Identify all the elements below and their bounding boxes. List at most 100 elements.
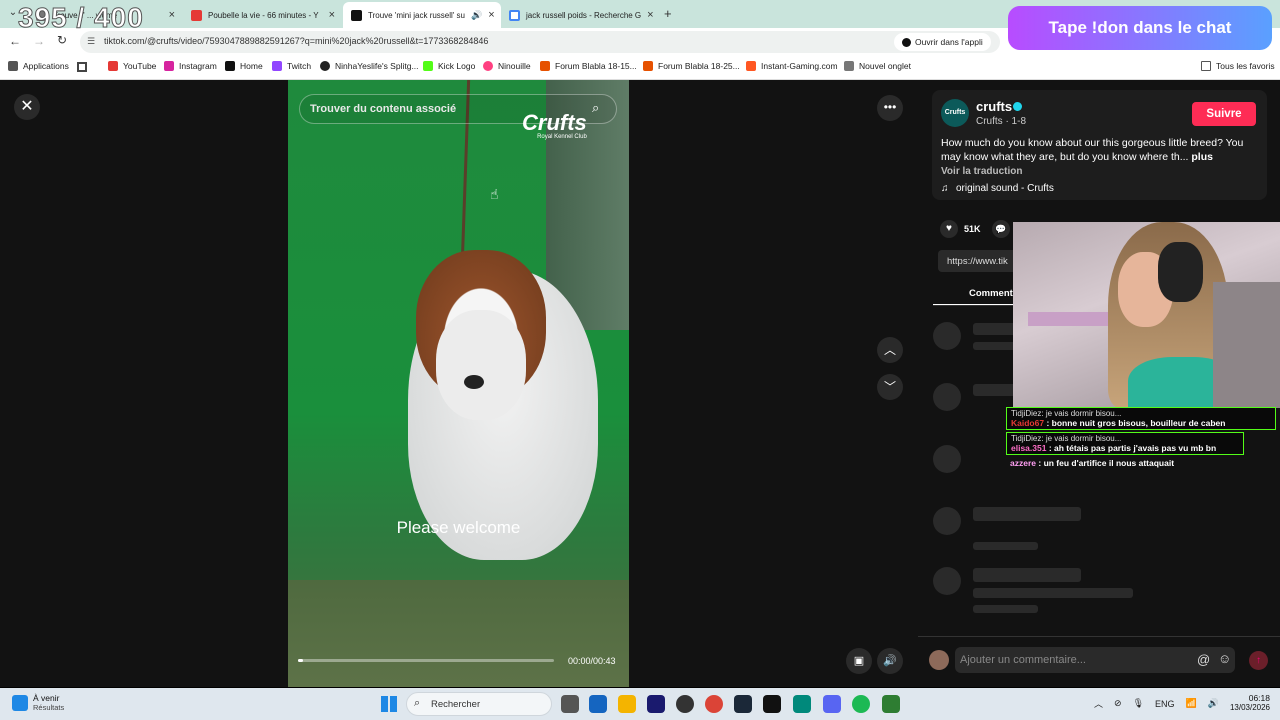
bookmark-new-tab[interactable]: Nouvel onglet: [844, 61, 911, 71]
back-icon[interactable]: ←: [9, 34, 21, 48]
bookmark-forum-1[interactable]: Forum Blabla 18-15...: [540, 61, 637, 71]
chat-reply-context: TidjiDiez: je vais dormir bisou...: [1011, 409, 1122, 418]
network-off-icon[interactable]: ⊘: [1114, 698, 1122, 709]
bookmark-kick[interactable]: Kick Logo: [423, 61, 475, 71]
bookmark-label: Instagram: [179, 61, 217, 71]
close-button[interactable]: ✕: [14, 94, 40, 120]
taskbar-search[interactable]: ⌕ Rechercher: [406, 692, 552, 716]
windows-start-icon[interactable]: [381, 696, 397, 712]
user-avatar: [929, 650, 949, 670]
tab-2[interactable]: Poubelle la vie - 66 minutes - Y ×: [183, 4, 343, 26]
comment-input[interactable]: Ajouter un commentaire... @ ☺: [955, 647, 1235, 673]
stream-chat-overlay: TidjiDiez: je vais dormir bisou... Kaido…: [1006, 407, 1276, 469]
youtube-icon: [108, 61, 118, 71]
chat-message: azzere : un feu d'artifice il nous attaq…: [1010, 458, 1175, 468]
youtube-icon: [191, 9, 202, 21]
bookmark-ninouille[interactable]: Ninouille: [483, 61, 531, 71]
post-comment-icon[interactable]: ↑: [1249, 651, 1268, 670]
video-description: How much do you know about our this gorg…: [941, 136, 1257, 164]
wifi-icon[interactable]: 📶: [1186, 698, 1197, 709]
picture-in-picture-icon[interactable]: ▣: [846, 648, 872, 674]
bookmark-youtube[interactable]: YouTube: [108, 61, 156, 71]
chevron-up-icon[interactable]: ︿: [1094, 697, 1103, 710]
bookmark-instant-gaming[interactable]: Instant-Gaming.com: [746, 61, 838, 71]
news-icon: [12, 694, 28, 711]
instagram-icon: [164, 61, 174, 71]
url-bar[interactable]: ☰ tiktok.com/@crufts/video/7593047889882…: [80, 31, 1000, 53]
widgets-icon[interactable]: [589, 695, 607, 713]
brand-name: Crufts: [522, 110, 587, 135]
spotify-icon[interactable]: [852, 695, 870, 713]
app-icon[interactable]: [793, 695, 811, 713]
open-app-label: Ouvrir dans l'appli: [915, 37, 983, 47]
chat-message: TidjiDiez: je vais dormir bisou... Kaido…: [1006, 407, 1276, 430]
forum-icon: [643, 61, 653, 71]
video-player[interactable]: Trouver du contenu associé ⌕ Crufts Roya…: [288, 80, 629, 687]
translate-link[interactable]: Voir la traduction: [941, 166, 1023, 177]
link-icon: [320, 61, 330, 71]
site-info-icon[interactable]: ☰: [87, 36, 95, 47]
close-tab-icon[interactable]: ×: [329, 9, 335, 21]
weather-widget[interactable]: À venir Résultats: [12, 693, 64, 712]
like-button[interactable]: ♥ 51K: [940, 220, 981, 238]
bookmark-twitch[interactable]: Twitch: [272, 61, 311, 71]
new-tab-button[interactable]: +: [664, 6, 672, 21]
tab-4[interactable]: jack russell poids - Recherche G ×: [501, 4, 659, 26]
bookmark-splitgate[interactable]: NinhaYeslife's Splitg...: [320, 61, 419, 71]
search-input[interactable]: Trouver du contenu associé: [310, 103, 456, 115]
next-video-button[interactable]: ﹀: [877, 374, 903, 400]
forward-icon[interactable]: →: [33, 34, 45, 48]
mention-icon[interactable]: @: [1197, 652, 1210, 667]
more-link[interactable]: plus: [1191, 151, 1213, 163]
volume-icon[interactable]: 🔊: [1208, 698, 1219, 709]
speaker-icon[interactable]: 🔊: [471, 10, 482, 21]
tiktok-icon: [902, 37, 911, 47]
discord-icon[interactable]: [823, 695, 841, 713]
previous-video-button[interactable]: ︿: [877, 337, 903, 363]
reload-icon[interactable]: ↻: [57, 33, 67, 47]
bookmark-label: Applications: [23, 61, 69, 71]
volume-icon[interactable]: 🔊: [877, 648, 903, 674]
grid-icon[interactable]: [77, 62, 87, 72]
apps-grid-icon: [8, 61, 18, 71]
task-view-icon[interactable]: [561, 695, 579, 713]
close-tab-icon[interactable]: ×: [488, 9, 494, 21]
progress-track[interactable]: [298, 659, 554, 662]
follow-button[interactable]: Suivre: [1192, 102, 1256, 126]
tab-3-active[interactable]: Trouve 'mini jack russell' su 🔊 ×: [343, 2, 501, 28]
file-explorer-icon[interactable]: [618, 695, 636, 713]
bookmark-home[interactable]: Home: [225, 61, 263, 71]
app-kpp-icon[interactable]: [882, 695, 900, 713]
more-options-icon[interactable]: •••: [877, 95, 903, 121]
bookmark-label: Forum Blabla 18-25...: [658, 61, 740, 71]
clock-date: 13/03/2026: [1229, 703, 1270, 712]
author-subline: Crufts · 1-8: [976, 116, 1027, 127]
share-link-text: https://www.tik: [947, 256, 1008, 267]
bookmark-applications[interactable]: Applications: [8, 61, 69, 71]
open-app-button[interactable]: Ouvrir dans l'appli: [894, 33, 991, 51]
bookmark-instagram[interactable]: Instagram: [164, 61, 217, 71]
chrome-icon[interactable]: [705, 695, 723, 713]
webcam-sofa: [1213, 282, 1280, 408]
comment-icon[interactable]: 💬: [992, 220, 1010, 238]
close-tab-icon[interactable]: ×: [169, 9, 175, 21]
taskbar-search-label: Rechercher: [431, 699, 481, 710]
close-tab-icon[interactable]: ×: [647, 9, 653, 21]
like-count: 51K: [964, 224, 981, 234]
all-bookmarks[interactable]: Tous les favoris: [1201, 61, 1275, 71]
chat-username: Kaido67: [1011, 418, 1045, 428]
tiktok-app-icon[interactable]: [763, 695, 781, 713]
emoji-icon[interactable]: ☺: [1218, 651, 1231, 666]
sound-link[interactable]: original sound - Crufts: [956, 183, 1054, 194]
search-icon[interactable]: ⌕: [592, 100, 599, 116]
comment-divider: [918, 636, 1280, 637]
bookmark-forum-2[interactable]: Forum Blabla 18-25...: [643, 61, 740, 71]
avatar[interactable]: Crufts: [941, 99, 969, 127]
clock[interactable]: 06:18 13/03/2026: [1222, 693, 1270, 712]
premiere-icon[interactable]: [647, 695, 665, 713]
author-username[interactable]: crufts: [976, 99, 1012, 114]
obs-icon[interactable]: [676, 695, 694, 713]
language-indicator[interactable]: ENG: [1155, 699, 1175, 709]
steam-icon[interactable]: [734, 695, 752, 713]
microphone-icon[interactable]: 🎙: [1133, 698, 1144, 709]
